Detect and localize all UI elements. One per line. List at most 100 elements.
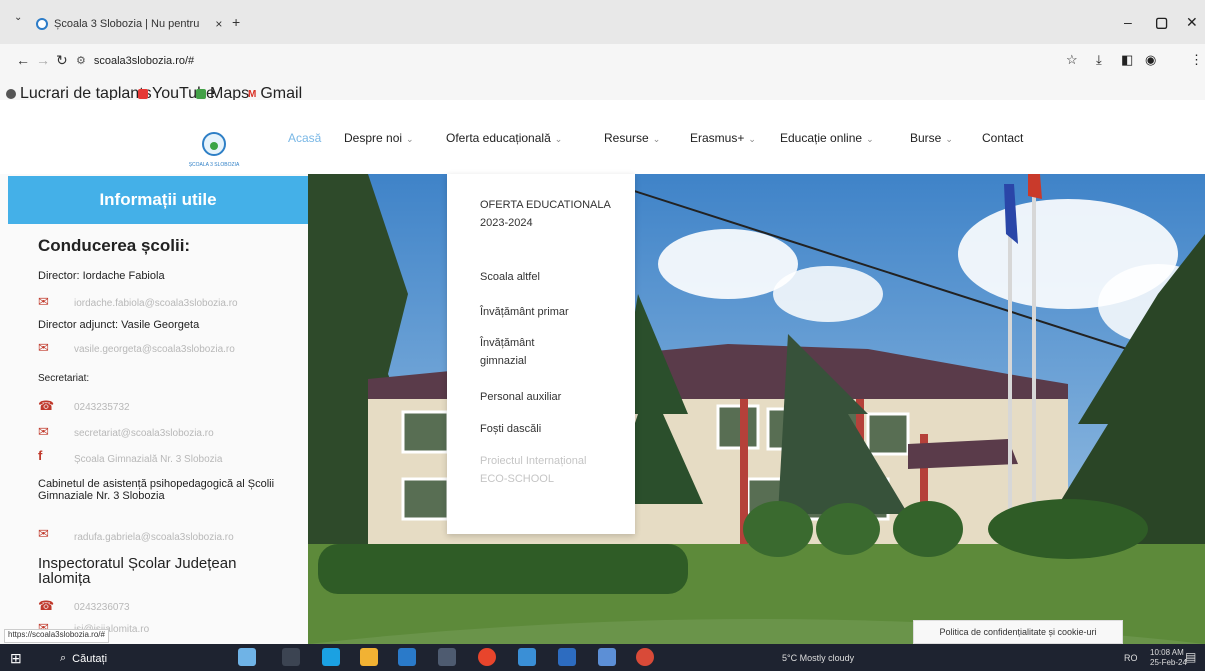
phone-icon: ☎ — [38, 598, 55, 613]
app-icon[interactable] — [518, 648, 536, 666]
nav-item-acasa[interactable]: Acasă — [288, 131, 321, 145]
chrome-active-icon[interactable] — [636, 648, 654, 666]
deputy-text: Director adjunct: Vasile Georgeta — [38, 319, 200, 331]
link-status-url: https://scoala3slobozia.ro/# — [4, 629, 109, 643]
nav-item-oferta-educationala[interactable]: Oferta educațională ⌄ — [446, 131, 562, 145]
maximize-icon[interactable]: ▢ — [1155, 14, 1168, 31]
store-icon[interactable] — [398, 648, 416, 666]
nav-item-contact[interactable]: Contact — [982, 131, 1023, 145]
nav-label: Acasă — [288, 131, 322, 145]
edge-browser-icon[interactable] — [322, 648, 340, 666]
email-icon: ✉ — [38, 424, 49, 439]
secretariat-email-link[interactable]: secretariat@scoala3slobozia.ro — [74, 428, 214, 439]
new-tab-button[interactable]: + — [232, 14, 240, 30]
director-email-link[interactable]: iordache.fabiola@scoala3slobozia.ro — [74, 298, 238, 309]
email-icon: ✉ — [38, 340, 49, 355]
site-header — [0, 100, 1205, 174]
app-icon[interactable] — [598, 648, 616, 666]
url-field[interactable]: ⚙ scoala3slobozia.ro/# — [76, 54, 195, 68]
nav-label: Contact — [982, 131, 1024, 145]
chevron-down-icon: ⌄ — [945, 134, 953, 144]
director-text: Director: Iordache Fabiola — [38, 270, 165, 282]
youtube-icon — [138, 89, 148, 99]
nav-item-burse[interactable]: Burse ⌄ — [910, 131, 953, 145]
facebook-link[interactable]: Școala Gimnazială Nr. 3 Slobozia — [74, 454, 222, 465]
nav-item-resurse[interactable]: Resurse ⌄ — [604, 131, 660, 145]
dropdown-item-personal-auxiliar[interactable]: Personal auxiliar — [480, 388, 630, 406]
privacy-cookie-link[interactable]: Politica de confidențialitate și cookie-… — [913, 620, 1123, 644]
clock-time: 10:08 AM — [1150, 648, 1184, 657]
nav-label: Resurse — [604, 131, 649, 145]
site-settings-icon[interactable]: ⚙ — [76, 54, 86, 67]
chevron-down-icon: ⌄ — [652, 134, 661, 144]
nav-label: Educație online — [780, 131, 863, 145]
school-logo[interactable]: ȘCOALA 3 SLOBOZIA — [186, 130, 242, 174]
nav-label: Oferta educațională — [446, 131, 551, 145]
browser-menu-icon[interactable]: ⋮ — [1190, 52, 1203, 68]
deputy-email-link[interactable]: vasile.georgeta@scoala3slobozia.ro — [74, 344, 235, 355]
profile-avatar-icon[interactable]: ◉ — [1145, 52, 1156, 68]
language-indicator[interactable]: RO — [1124, 653, 1138, 663]
maps-icon — [196, 89, 206, 99]
gmail-icon: M — [248, 88, 257, 100]
widget-app-icon[interactable] — [238, 648, 256, 666]
reload-icon[interactable]: ↻ — [56, 52, 68, 69]
minimize-icon[interactable]: – — [1124, 14, 1132, 30]
forward-arrow-icon[interactable]: → — [36, 52, 50, 68]
taskbar-search[interactable]: ⌕ Căutați — [60, 652, 107, 665]
email-icon: ✉ — [38, 526, 49, 541]
nav-label: Despre noi — [344, 131, 403, 145]
nav-item-erasmus[interactable]: Erasmus+ ⌄ — [690, 131, 756, 145]
windows-start-icon[interactable]: ⊞ — [10, 650, 22, 667]
dropdown-item-scoala-altfel[interactable]: Scoala altfel — [480, 268, 630, 286]
browser-tab[interactable]: Școala 3 Slobozia | Nu pentru × — [36, 10, 222, 38]
facebook-icon: f — [38, 448, 43, 463]
site-favicon-icon — [36, 18, 48, 30]
globe-icon — [6, 89, 16, 99]
sidepanel-icon[interactable]: ◧ — [1121, 52, 1133, 68]
nav-label: Burse — [910, 131, 942, 145]
chevron-down-icon: ⌄ — [406, 134, 414, 144]
phone-icon: ☎ — [38, 398, 55, 413]
app-icon[interactable] — [438, 648, 456, 666]
info-banner: Informații utile — [8, 176, 308, 224]
task-view-icon[interactable] — [282, 648, 300, 666]
chrome-icon[interactable] — [478, 648, 496, 666]
dropdown-item-invatamant-gimnazial[interactable]: Învățământ gimnazial — [480, 334, 580, 370]
secretariat-label: Secretariat: — [38, 373, 90, 384]
nav-item-educatie-online[interactable]: Educație online ⌄ — [780, 131, 874, 145]
chevron-down-icon: ⌄ — [866, 134, 874, 144]
logo-emblem-icon — [202, 132, 226, 156]
clock[interactable]: 10:08 AM 25-Feb-24 — [1150, 648, 1187, 668]
isj-phone-link[interactable]: 0243236073 — [74, 602, 130, 613]
nav-label: Erasmus+ — [690, 131, 745, 145]
isj-heading: Inspectoratul Școlar Județean Ialomița — [38, 555, 237, 587]
dropdown-item-invatamant-primar[interactable]: Învățământ primar — [480, 303, 630, 321]
dropdown-item-oferta-2023[interactable]: OFERTA EDUCATIONALA 2023-2024 — [480, 196, 630, 232]
search-icon: ⌕ — [60, 652, 67, 664]
cabinet-email-link[interactable]: radufa.gabriela@scoala3slobozia.ro — [74, 532, 234, 543]
close-window-icon[interactable]: ✕ — [1186, 14, 1198, 31]
chevron-down-icon: ⌄ — [554, 134, 563, 144]
hero-school-photo — [308, 174, 1205, 644]
tab-close-icon[interactable]: × — [215, 17, 222, 31]
bookmark-star-icon[interactable]: ☆ — [1066, 52, 1078, 68]
tab-title: Școala 3 Slobozia | Nu pentru — [54, 18, 200, 30]
school-building-photo — [308, 174, 1205, 644]
secretariat-phone-link[interactable]: 0243235732 — [74, 402, 130, 413]
clock-date: 25-Feb-24 — [1150, 658, 1187, 667]
tab-list-chevron-icon[interactable]: ⌄ — [14, 12, 22, 23]
logo-text: ȘCOALA 3 SLOBOZIA — [188, 162, 240, 168]
download-icon[interactable]: ⤓ — [1096, 52, 1102, 68]
dropdown-item-fosti-dascali[interactable]: Foști dascăli — [480, 420, 630, 438]
url-text: scoala3slobozia.ro/# — [93, 54, 195, 67]
back-arrow-icon[interactable]: ← — [16, 52, 30, 68]
dropdown-item-eco-school[interactable]: Proiectul Internațional ECO-SCHOOL — [480, 452, 605, 488]
cabinet-text: Cabinetul de asistență psihopedagogică a… — [38, 478, 275, 502]
nav-item-despre-noi[interactable]: Despre noi ⌄ — [344, 131, 414, 145]
weather-widget[interactable]: 5°C Mostly cloudy — [782, 653, 854, 663]
file-explorer-icon[interactable] — [360, 648, 378, 666]
notification-icon[interactable]: ▤ — [1185, 650, 1196, 664]
management-heading: Conducerea școlii: — [38, 236, 191, 255]
word-icon[interactable] — [558, 648, 576, 666]
